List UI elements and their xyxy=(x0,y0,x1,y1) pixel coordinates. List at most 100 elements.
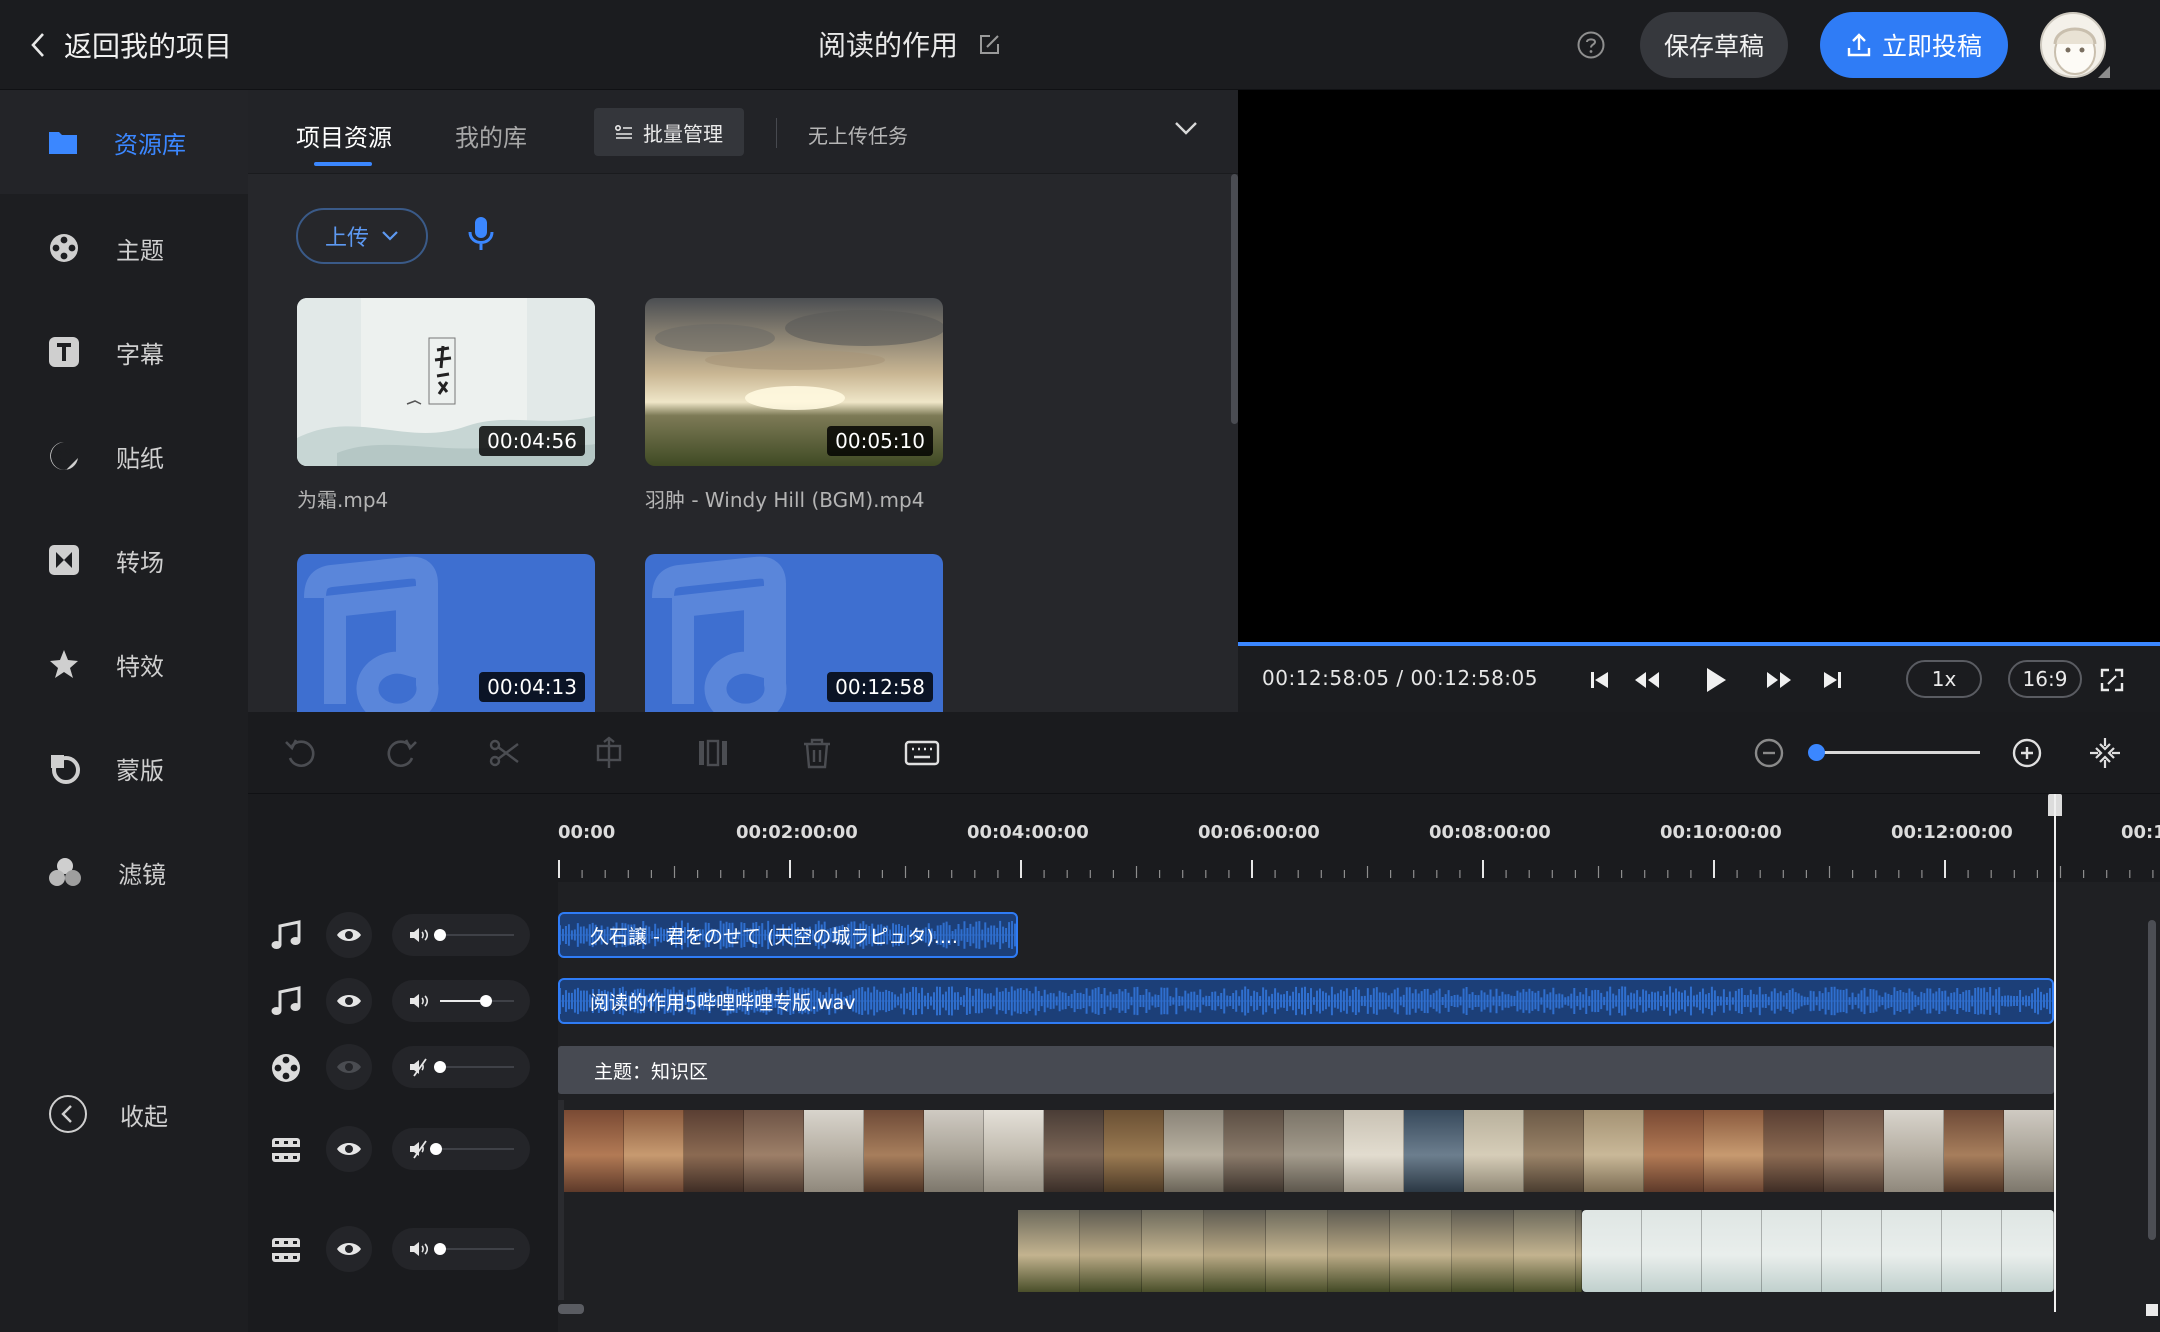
fit-timeline-icon[interactable] xyxy=(2088,736,2122,770)
resource-scrollbar[interactable] xyxy=(1231,174,1238,424)
video-frame-thumbnail xyxy=(1204,1210,1266,1292)
theme-clip[interactable]: 主题：知识区 xyxy=(558,1046,2054,1094)
folder-icon xyxy=(49,132,77,154)
avatar[interactable] xyxy=(2040,12,2106,78)
aspect-ratio-button[interactable]: 16:9 xyxy=(2008,660,2082,698)
video-frame-thumbnail xyxy=(1224,1110,1284,1192)
split-scissors-icon[interactable] xyxy=(488,736,522,770)
top-bar: 返回我的项目 阅读的作用 保存草稿 立即投稿 xyxy=(0,0,2160,90)
sidebar-item-mask[interactable]: 蒙版 xyxy=(0,716,248,820)
sidebar-item-theme[interactable]: 主题 xyxy=(0,196,248,300)
tab-my-library[interactable]: 我的库 xyxy=(455,118,527,153)
chevron-left-icon xyxy=(31,33,44,57)
skip-to-end-icon[interactable] xyxy=(1822,670,1842,690)
volume-handle[interactable] xyxy=(480,995,492,1007)
volume-icon xyxy=(410,928,429,942)
zoom-slider-handle[interactable] xyxy=(1808,744,1825,761)
zoom-in-icon[interactable] xyxy=(2010,736,2044,770)
playhead-line[interactable] xyxy=(2054,794,2056,1312)
edit-icon[interactable] xyxy=(978,32,1002,56)
track-visibility-toggle[interactable] xyxy=(326,1126,372,1172)
upload-status-text: 无上传任务 xyxy=(808,124,908,148)
redo-icon[interactable] xyxy=(386,736,420,770)
video-clip-2[interactable] xyxy=(1018,1210,1582,1292)
video-frame-thumbnail xyxy=(1464,1110,1524,1192)
tab-divider xyxy=(776,118,777,148)
timeline-vertical-scrollbar[interactable] xyxy=(2148,920,2156,1240)
track-volume-slider[interactable] xyxy=(392,980,530,1022)
volume-handle[interactable] xyxy=(434,929,446,941)
video-preview[interactable] xyxy=(1238,90,2160,642)
video-frame-thumbnail xyxy=(1266,1210,1328,1292)
volume-handle[interactable] xyxy=(430,1143,442,1155)
audio-clip-2[interactable]: 阅读的作用5哔哩哔哩专版.wav xyxy=(558,978,2054,1024)
track-visibility-toggle[interactable] xyxy=(326,1226,372,1272)
video-frame-thumbnail xyxy=(1762,1210,1822,1292)
media-card[interactable]: 00:05:10 羽肿 - Windy Hill (BGM).mp4 xyxy=(645,298,943,513)
theme-reel-icon xyxy=(50,234,78,262)
fast-forward-icon[interactable] xyxy=(1766,670,1792,690)
media-thumbnail[interactable]: 00:04:13 xyxy=(297,554,595,712)
playback-speed-button[interactable]: 1x xyxy=(1906,660,1982,698)
sidebar-item-library[interactable]: 资源库 xyxy=(0,90,248,194)
collapse-sidebar-button[interactable]: 收起 xyxy=(48,1094,168,1134)
rewind-icon[interactable] xyxy=(1634,670,1660,690)
media-thumbnail[interactable]: 00:12:58 xyxy=(645,554,943,712)
film-strip-icon xyxy=(272,1238,300,1262)
media-thumbnail[interactable]: 00:04:56 xyxy=(297,298,595,466)
volume-handle[interactable] xyxy=(434,1061,446,1073)
video-frame-thumbnail xyxy=(1404,1110,1464,1192)
subtitle-t-icon xyxy=(49,337,79,367)
sidebar-item-filters[interactable]: 滤镜 xyxy=(0,820,248,924)
zoom-out-icon[interactable] xyxy=(1752,736,1786,770)
video-frame-thumbnail xyxy=(1390,1210,1452,1292)
duration-badge: 00:04:56 xyxy=(479,426,585,456)
track-volume-slider[interactable] xyxy=(392,1228,530,1270)
volume-track xyxy=(440,1066,514,1068)
timeline-ruler[interactable]: 00:00 00:02:00:00 00:04:00:00 00:06:00:0… xyxy=(558,794,2160,882)
track-volume-slider[interactable] xyxy=(392,1128,530,1170)
video-clip-3[interactable] xyxy=(1582,1210,2054,1292)
track-volume-slider[interactable] xyxy=(392,914,530,956)
upload-button[interactable]: 上传 xyxy=(296,208,428,264)
publish-label: 立即投稿 xyxy=(1881,32,1982,61)
publish-button[interactable]: 立即投稿 xyxy=(1820,12,2008,78)
media-card[interactable]: 00:12:58 xyxy=(645,554,943,712)
music-note-icon xyxy=(271,920,301,949)
audio-clip-label: 阅读的作用5哔哩哔哩专版.wav xyxy=(590,991,856,1014)
audio-clip-1[interactable]: 久石譲 - 君をのせて (天空の城ラピュタ).... xyxy=(558,912,1018,958)
volume-track xyxy=(440,1248,514,1250)
track-visibility-toggle[interactable] xyxy=(326,978,372,1024)
sidebar-item-transitions[interactable]: 转场 xyxy=(0,508,248,612)
sidebar-item-subtitles[interactable]: 字幕 xyxy=(0,300,248,404)
sidebar-item-stickers[interactable]: 贴纸 xyxy=(0,404,248,508)
volume-handle[interactable] xyxy=(434,1243,446,1255)
avatar-menu-indicator[interactable] xyxy=(2098,66,2110,78)
player-controls: 00:12:58:05 / 00:12:58:05 1x 16:9 xyxy=(1238,646,2160,712)
save-draft-button[interactable]: 保存草稿 xyxy=(1640,12,1788,78)
play-icon[interactable] xyxy=(1704,666,1728,694)
media-thumbnail[interactable]: 00:05:10 xyxy=(645,298,943,466)
track-visibility-toggle[interactable] xyxy=(326,1044,372,1090)
crop-icon[interactable] xyxy=(592,736,626,770)
tab-project-resources[interactable]: 项目资源 xyxy=(296,118,392,153)
timeline-horizontal-scrollbar[interactable] xyxy=(558,1304,584,1314)
microphone-icon[interactable] xyxy=(466,216,496,252)
skip-to-start-icon[interactable] xyxy=(1590,670,1610,690)
track-volume-slider[interactable] xyxy=(392,1046,530,1088)
sidebar-item-effects[interactable]: 特效 xyxy=(0,612,248,716)
zoom-slider-track[interactable] xyxy=(1816,751,1980,754)
media-card[interactable]: 00:04:56 为霜.mp4 xyxy=(297,298,595,513)
video-clip-1[interactable] xyxy=(564,1110,2054,1192)
fullscreen-icon[interactable] xyxy=(2100,668,2124,692)
chevron-down-icon[interactable] xyxy=(1174,120,1198,136)
undo-icon[interactable] xyxy=(282,736,316,770)
batch-manage-button[interactable]: 批量管理 xyxy=(594,108,744,156)
delete-trash-icon[interactable] xyxy=(800,736,834,770)
media-card[interactable]: 00:04:13 xyxy=(297,554,595,712)
back-to-projects-button[interactable]: 返回我的项目 xyxy=(30,22,232,68)
freeze-frame-icon[interactable] xyxy=(696,736,730,770)
help-icon[interactable] xyxy=(1576,30,1606,60)
keyboard-shortcuts-icon[interactable] xyxy=(904,736,940,770)
track-visibility-toggle[interactable] xyxy=(326,912,372,958)
